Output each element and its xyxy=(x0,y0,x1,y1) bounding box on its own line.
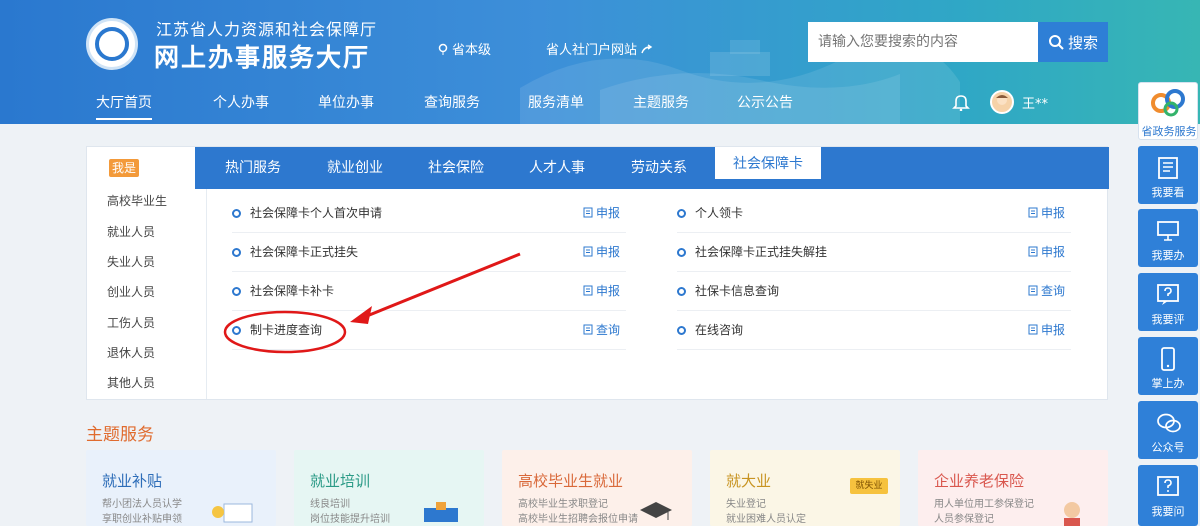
theme-card[interactable]: 企业养老保险 用人单位用工参保登记 人员参保登记 xyxy=(918,450,1108,526)
training-illustration-icon xyxy=(424,502,458,522)
red-annotation xyxy=(223,252,521,354)
side-ask[interactable]: 我要问 xyxy=(1138,465,1198,526)
arrow-line xyxy=(361,252,521,320)
side-mobile[interactable]: 掌上办 xyxy=(1138,337,1198,395)
theme-card-title: 就大业 xyxy=(726,472,772,490)
theme-card-line: 人员参保登记 xyxy=(934,514,994,525)
wechat-icon xyxy=(1157,413,1181,433)
side-label: 我要评 xyxy=(1151,313,1185,326)
subsidy-illustration-icon xyxy=(212,503,253,523)
document-list-icon xyxy=(1158,157,1178,179)
graduation-cap-icon xyxy=(640,502,672,520)
theme-card[interactable]: 高校毕业生就业 高校毕业生求职登记 高校毕业生招聘会报位申请 xyxy=(502,450,692,526)
theme-section-title: 主题服务 xyxy=(86,425,154,445)
theme-card-line: 高校毕业生招聘会报位申请 xyxy=(518,514,638,525)
side-label: 我要问 xyxy=(1151,505,1185,518)
theme-card-line: 高校毕业生求职登记 xyxy=(518,499,608,510)
side-wechat[interactable]: 公众号 xyxy=(1138,401,1198,459)
side-label: 我要看 xyxy=(1151,186,1185,199)
elder-illustration-icon xyxy=(1064,502,1080,526)
theme-card-line: 享职创业补贴申领 xyxy=(102,514,182,525)
arrow-head-icon xyxy=(350,306,372,324)
theme-card-title: 就业培训 xyxy=(310,472,371,490)
side-label: 省政务服务 xyxy=(1141,125,1197,138)
question-bubble-icon xyxy=(1157,284,1179,305)
gov-service-logo-icon xyxy=(1151,89,1185,117)
theme-card[interactable]: 就业补贴 帮小团法人员认学 享职创业补贴申领 xyxy=(86,450,276,526)
side-review[interactable]: 我要评 xyxy=(1138,273,1198,331)
side-label: 掌上办 xyxy=(1151,377,1185,390)
theme-card-line: 就业困难人员认定 xyxy=(726,514,806,525)
side-gov-service[interactable]: 省政务服务 xyxy=(1138,82,1198,140)
theme-card-title: 企业养老保险 xyxy=(934,472,1025,490)
theme-card[interactable]: 就业培训 线良培训 岗位技能提升培训 xyxy=(294,450,484,526)
monitor-icon xyxy=(1157,221,1179,241)
theme-card-title: 就业补贴 xyxy=(102,472,163,490)
question-icon xyxy=(1157,476,1179,496)
side-view[interactable]: 我要看 xyxy=(1138,146,1198,204)
mobile-phone-icon xyxy=(1161,347,1175,371)
theme-card-line: 帮小团法人员认学 xyxy=(102,499,182,510)
theme-card-line: 用人单位用工参保登记 xyxy=(934,499,1034,510)
side-label: 我要办 xyxy=(1151,249,1185,262)
theme-card[interactable]: 就大业 失业登记 就业困难人员认定 就失业 xyxy=(710,450,900,526)
theme-card-line: 岗位技能提升培训 xyxy=(310,514,390,525)
theme-card-title: 高校毕业生就业 xyxy=(518,472,624,490)
theme-card-badge: 就失业 xyxy=(850,478,888,494)
side-label: 公众号 xyxy=(1151,441,1185,454)
highlight-ellipse xyxy=(223,310,347,354)
theme-card-line: 失业登记 xyxy=(726,499,766,510)
theme-card-line: 线良培训 xyxy=(310,499,350,510)
side-handle[interactable]: 我要办 xyxy=(1138,209,1198,267)
